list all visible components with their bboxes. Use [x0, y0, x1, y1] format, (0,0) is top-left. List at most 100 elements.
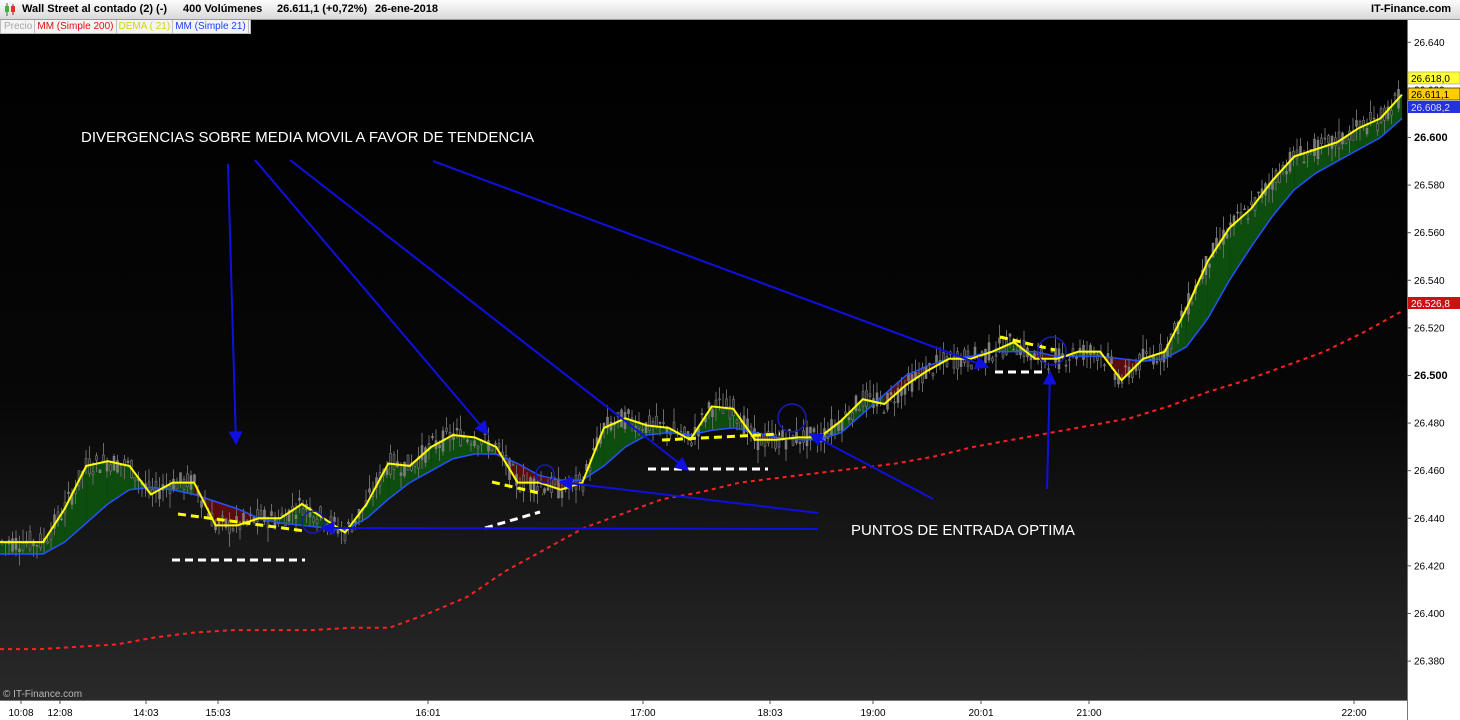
candle-body: [798, 441, 802, 444]
candle-body: [991, 357, 994, 362]
candle-body: [683, 426, 686, 434]
candle-body: [347, 521, 350, 525]
chart-window: Wall Street al contado (2) (-) 400 Volúm…: [0, 0, 1460, 720]
candle-body: [476, 445, 480, 449]
candle-body: [935, 355, 938, 363]
divergence-annotation: DIVERGENCIAS SOBRE MEDIA MOVIL A FAVOR D…: [81, 129, 534, 146]
price-tick-label: 26.560: [1414, 228, 1445, 239]
candle-body: [1068, 359, 1071, 361]
time-axis[interactable]: 10:08 12:08 14:03 15:03 16:01 17:00 18:03 19:00…: [0, 700, 1407, 720]
candle-body: [102, 454, 105, 462]
candle-body: [847, 417, 851, 421]
time-tick-label: 10:08: [8, 708, 33, 719]
candle-body: [1047, 368, 1050, 371]
candle-body: [1313, 138, 1316, 157]
candle-body: [1064, 364, 1068, 367]
candle-body: [179, 472, 182, 483]
candle-body: [294, 514, 298, 519]
candle-body: [67, 491, 70, 494]
candle-body: [546, 487, 550, 491]
candle-body: [690, 442, 693, 446]
last-quote: 26.611,1 (+0,72%): [277, 3, 368, 15]
candle-body: [333, 516, 336, 523]
candle-body: [889, 392, 893, 395]
candle-body: [315, 518, 319, 524]
bull-ribbon-segment: [0, 542, 22, 554]
candle-body: [1390, 110, 1393, 116]
price-axis[interactable]: 26.64026.62026.60026.58026.56026.54026.5…: [1407, 20, 1460, 720]
time-tick-label: 17:00: [630, 708, 655, 719]
price-ticks: 26.64026.62026.60026.58026.56026.54026.5…: [1407, 38, 1448, 668]
candle-body: [133, 477, 137, 481]
sma200-badge-text: 26.526,8: [1411, 299, 1450, 310]
price-chart[interactable]: DIVERGENCIAS SOBRE MEDIA MOVIL A FAVOR D…: [0, 20, 1407, 700]
candle-body: [95, 455, 98, 461]
candle-body: [473, 440, 476, 447]
candle-body: [812, 428, 816, 433]
candle-body: [739, 422, 742, 430]
candle-body: [28, 531, 32, 550]
candle-body: [21, 543, 25, 551]
candle-body: [588, 467, 592, 472]
price-tick-label: 26.380: [1414, 657, 1445, 668]
candle-body: [98, 469, 102, 474]
candle-body: [851, 412, 854, 421]
instrument-name: Wall Street al contado (2) (-): [22, 3, 168, 15]
candle-body: [977, 357, 980, 362]
candle-body: [424, 447, 427, 463]
price-tick-label: 26.600: [1414, 132, 1448, 144]
candle-body: [1236, 211, 1239, 214]
candle-body: [865, 390, 868, 407]
time-tick-label: 16:01: [415, 708, 440, 719]
candle-body: [105, 461, 109, 472]
candle-body: [1372, 117, 1376, 120]
candle-body: [1050, 350, 1054, 353]
candle-body: [14, 538, 18, 550]
candle-body: [39, 533, 42, 548]
candle-body: [700, 413, 704, 415]
candle-body: [1243, 208, 1246, 211]
price-tick-label: 26.420: [1414, 561, 1445, 572]
candle-body: [1229, 222, 1232, 226]
candle-body: [553, 479, 557, 485]
candle-body: [578, 474, 581, 480]
candle-body: [466, 439, 469, 443]
candle-body: [1246, 218, 1250, 220]
candle-body: [406, 454, 410, 471]
candle-body: [1131, 370, 1134, 378]
candle-body: [403, 461, 406, 477]
candle-body: [543, 488, 546, 493]
candle-body: [11, 538, 14, 552]
dema-badge-text: 26.618,0: [1411, 74, 1450, 85]
candle-body: [109, 464, 112, 472]
candle-body: [882, 412, 886, 414]
candle-body: [655, 415, 658, 428]
candle-body: [221, 515, 224, 518]
candle-body: [987, 342, 991, 361]
candle-body: [1344, 137, 1348, 144]
price-tick-label: 26.400: [1414, 609, 1445, 620]
arrow: [320, 521, 819, 536]
candle-body: [592, 448, 595, 450]
candle-body: [1124, 365, 1127, 368]
candle-body: [270, 511, 273, 517]
candle-body: [1320, 137, 1323, 144]
candle-body: [1302, 161, 1306, 164]
time-tick-label: 21:00: [1076, 708, 1101, 719]
candle-body: [172, 478, 175, 491]
time-tick-label: 22:00: [1341, 708, 1366, 719]
candle-body: [1250, 201, 1253, 205]
candle-body: [1355, 120, 1358, 127]
candle-body: [392, 454, 396, 470]
session-date: 26-ene-2018: [375, 3, 438, 15]
candle-body: [844, 411, 847, 415]
candle-body: [1155, 361, 1159, 363]
time-tick-label: 20:01: [968, 708, 993, 719]
candle-body: [431, 435, 434, 439]
candle-body: [984, 349, 987, 364]
candle-body: [231, 528, 235, 531]
candle-body: [193, 474, 196, 483]
candle-body: [1012, 348, 1015, 351]
candle-body: [1393, 93, 1397, 96]
candle-body: [1376, 123, 1379, 131]
